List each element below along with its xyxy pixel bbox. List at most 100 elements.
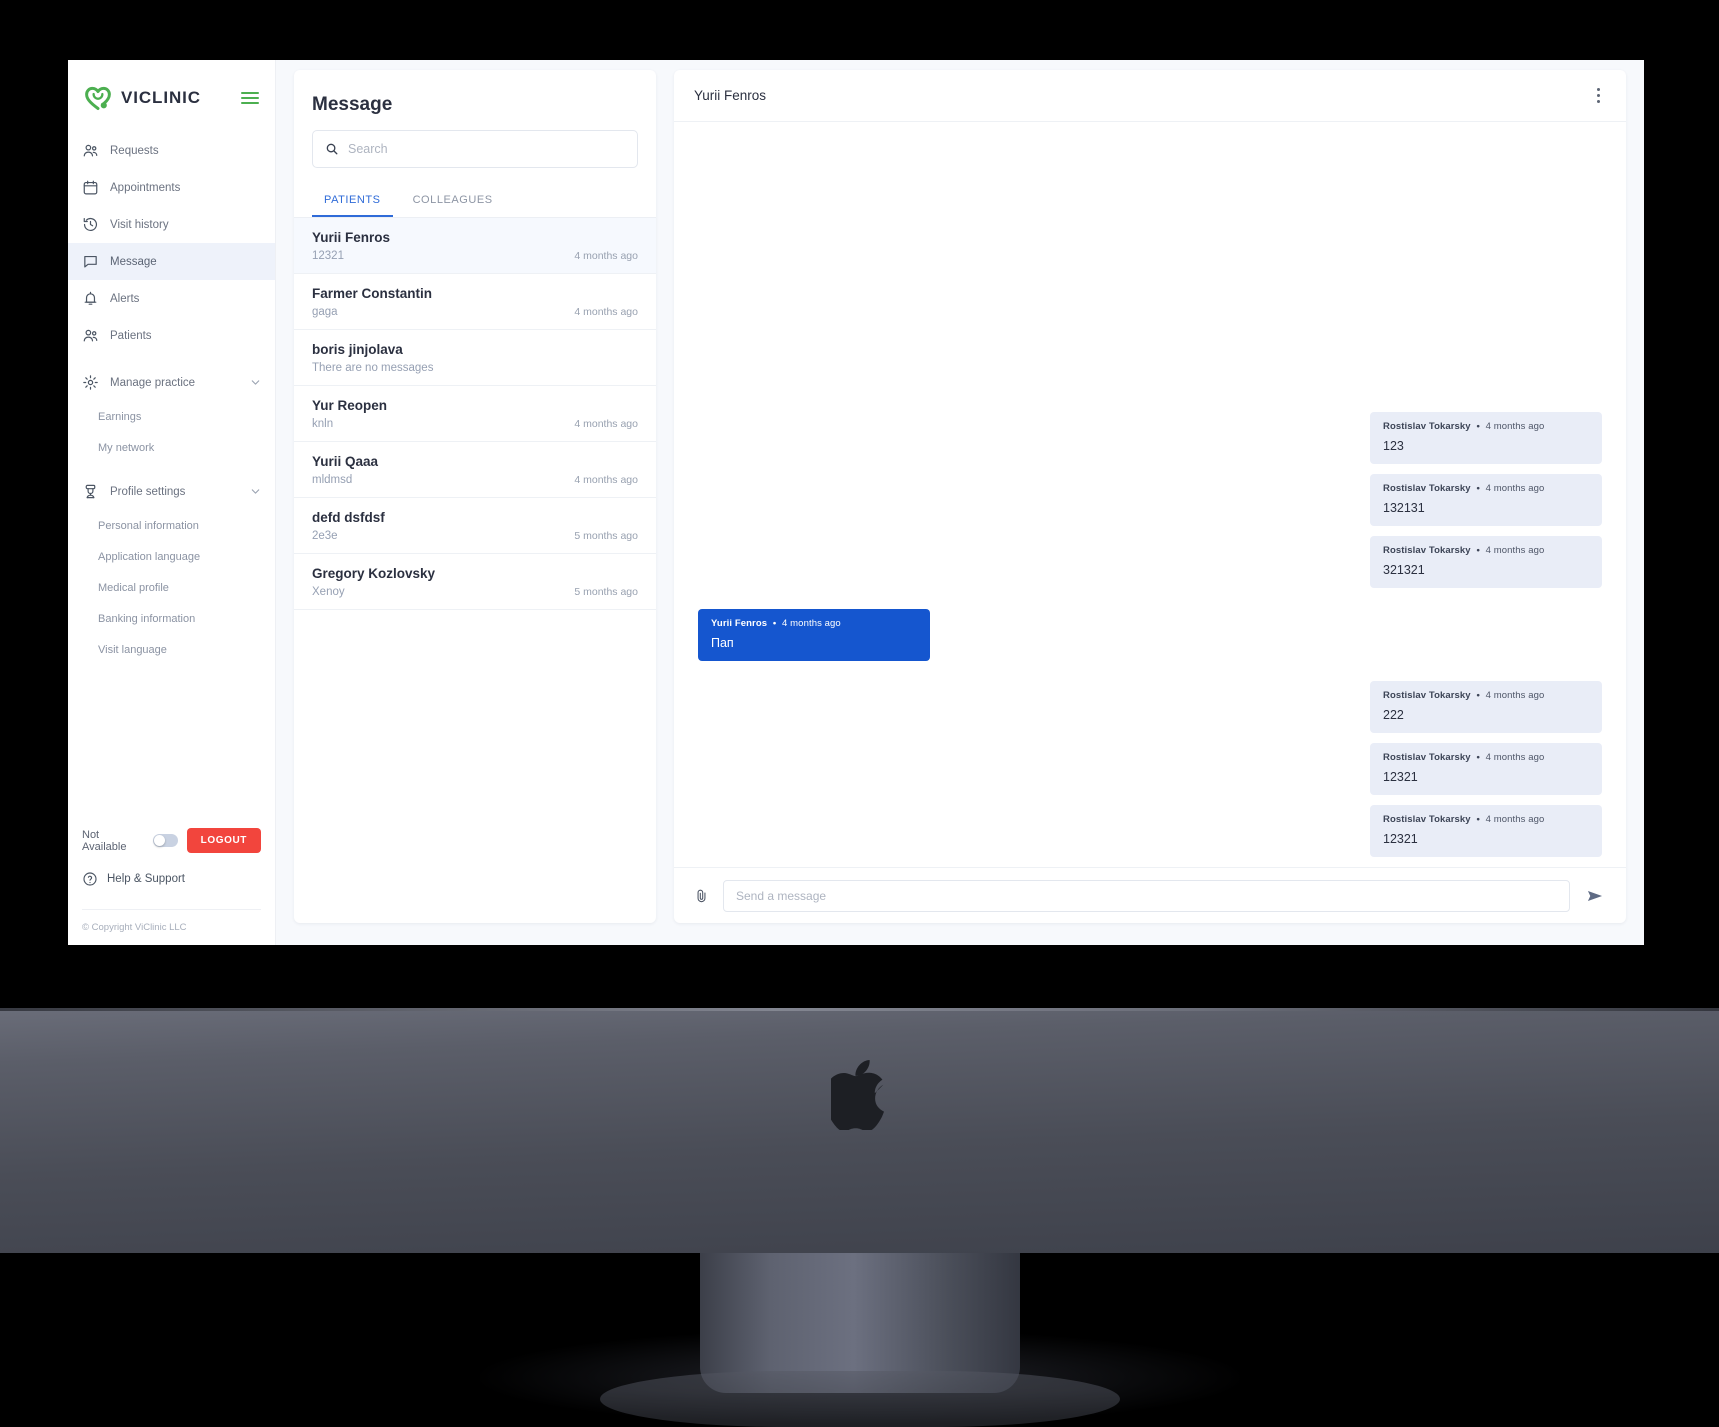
meta-separator: • [1476, 421, 1480, 432]
people-icon [82, 327, 99, 344]
conversation-name: Yurii Fenros [312, 230, 391, 245]
list-item[interactable]: Yur Reopen knln 4 months ago [294, 386, 656, 442]
availability-row: Not Available LOGOUT [82, 828, 261, 871]
hamburger-menu-icon[interactable] [241, 91, 259, 105]
message-bubble[interactable]: Rostislav Tokarsky • 4 months ago 12321 [1370, 805, 1602, 857]
search-box[interactable] [312, 130, 638, 168]
sidebar-subitem-label: Medical profile [98, 581, 169, 594]
paperclip-icon[interactable] [694, 887, 709, 905]
conversation-name: Farmer Constantin [312, 286, 433, 301]
sidebar-item-visit-history[interactable]: Visit history [68, 206, 275, 243]
imac-mockup: VICLINIC Requests Appointments Visit his… [0, 0, 1719, 1427]
message-text: 123 [1383, 439, 1404, 453]
search-input[interactable] [348, 142, 625, 156]
chat-top-spacer [698, 144, 1602, 402]
conversation-time: 4 months ago [574, 474, 638, 486]
chevron-down-icon [250, 377, 261, 388]
help-and-support-link[interactable]: Help & Support [82, 871, 261, 909]
message-meta: Rostislav Tokarsky • 4 months ago [1383, 421, 1589, 432]
sidebar-group-profile-settings[interactable]: Profile settings [68, 473, 275, 510]
message-meta: Rostislav Tokarsky • 4 months ago [1383, 814, 1589, 825]
message-bubble[interactable]: Rostislav Tokarsky • 4 months ago 321321 [1370, 536, 1602, 588]
chat-header: Yurii Fenros [674, 70, 1626, 122]
people-icon [82, 142, 99, 159]
sidebar-subitem-label: Application language [98, 550, 201, 563]
message-author: Rostislav Tokarsky [1383, 545, 1471, 556]
conversation-snippet: mldmsd [312, 474, 353, 486]
message-text: 321321 [1383, 563, 1425, 577]
message-input[interactable] [723, 879, 1570, 912]
sidebar-item-patients[interactable]: Patients [68, 317, 275, 354]
message-bubble[interactable]: Rostislav Tokarsky • 4 months ago 132131 [1370, 474, 1602, 526]
sidebar-footer: Not Available LOGOUT Help & Support © Co… [68, 828, 275, 945]
list-item[interactable]: boris jinjolava There are no messages [294, 330, 656, 386]
list-item[interactable]: Yurii Fenros 12321 4 months ago [294, 218, 656, 274]
sidebar-subitem-visit-language[interactable]: Visit language [68, 634, 275, 665]
meta-separator: • [1476, 545, 1480, 556]
conversation-snippet: 12321 [312, 250, 344, 262]
sidebar-item-label: Alerts [110, 292, 140, 305]
conversation-name: Yur Reopen [312, 398, 388, 413]
sidebar-subitem-medical-profile[interactable]: Medical profile [68, 572, 275, 603]
list-item[interactable]: defd dsfdsf 2e3e 5 months ago [294, 498, 656, 554]
sidebar-subitem-earnings[interactable]: Earnings [68, 401, 275, 432]
sidebar-item-alerts[interactable]: Alerts [68, 280, 275, 317]
sidebar-subitem-application-language[interactable]: Application language [68, 541, 275, 572]
heart-stethoscope-logo-icon [84, 84, 112, 112]
message-author: Rostislav Tokarsky [1383, 421, 1471, 432]
sidebar-group-manage-practice[interactable]: Manage practice [68, 364, 275, 401]
message-bubble[interactable]: Rostislav Tokarsky • 4 months ago 123 [1370, 412, 1602, 464]
sidebar-item-appointments[interactable]: Appointments [68, 169, 275, 206]
send-arrow-icon[interactable] [1584, 887, 1606, 905]
sidebar-item-message[interactable]: Message [68, 243, 275, 280]
search-icon [325, 142, 339, 156]
sidebar-subitem-personal-information[interactable]: Personal information [68, 510, 275, 541]
message-row: Rostislav Tokarsky • 4 months ago 222 [698, 681, 1602, 733]
chat-header-name: Yurii Fenros [694, 88, 767, 103]
conversation-name: Gregory Kozlovsky [312, 566, 436, 581]
question-circle-icon [82, 871, 98, 887]
message-time: 4 months ago [1485, 421, 1545, 432]
availability-toggle[interactable] [152, 834, 178, 847]
bell-icon [82, 290, 99, 307]
message-time: 4 months ago [1485, 752, 1545, 763]
message-time: 4 months ago [1485, 545, 1545, 556]
logout-button[interactable]: LOGOUT [186, 828, 261, 853]
list-item[interactable]: Farmer Constantin gaga 4 months ago [294, 274, 656, 330]
help-and-support-label: Help & Support [107, 873, 185, 885]
message-author: Rostislav Tokarsky [1383, 752, 1471, 763]
message-bubble[interactable]: Rostislav Tokarsky • 4 months ago 222 [1370, 681, 1602, 733]
message-bubble[interactable]: Yurii Fenros • 4 months ago Пап [698, 608, 930, 661]
message-tabs: PATIENTS COLLEAGUES [294, 184, 656, 218]
chat-gap [698, 598, 1602, 599]
sidebar-item-requests[interactable]: Requests [68, 132, 275, 169]
brand-name: VICLINIC [121, 88, 201, 107]
monitor-stand-base [599, 1371, 1120, 1427]
message-composer [674, 867, 1626, 923]
list-item[interactable]: Yurii Qaaa mldmsd 4 months ago [294, 442, 656, 498]
copyright-text: © Copyright ViClinic LLC [82, 909, 261, 933]
conversation-time: 4 months ago [574, 250, 638, 262]
conversation-list: Yurii Fenros 12321 4 months ago Farmer C… [294, 218, 656, 923]
tab-patients[interactable]: PATIENTS [312, 184, 393, 217]
meta-separator: • [1476, 814, 1480, 825]
message-row: Rostislav Tokarsky • 4 months ago 132131 [698, 474, 1602, 526]
message-text: 222 [1383, 708, 1404, 722]
meta-separator: • [772, 617, 777, 629]
message-bubble[interactable]: Rostislav Tokarsky • 4 months ago 12321 [1370, 743, 1602, 795]
kebab-menu-icon[interactable] [1591, 82, 1606, 110]
sidebar-item-label: Appointments [110, 181, 181, 194]
sidebar: VICLINIC Requests Appointments Visit his… [68, 60, 276, 945]
sidebar-subitem-my-network[interactable]: My network [68, 432, 275, 463]
chat-column: Yurii Fenros Rostislav Tokarsky • 4 mont… [674, 60, 1644, 945]
monitor-chin [0, 1008, 1719, 1253]
tab-colleagues[interactable]: COLLEAGUES [401, 184, 505, 217]
brand-logo[interactable]: VICLINIC [68, 60, 275, 130]
calendar-icon [82, 179, 99, 196]
sidebar-nav: Requests Appointments Visit history Mess… [68, 130, 275, 665]
list-item[interactable]: Gregory Kozlovsky Xenoy 5 months ago [294, 554, 656, 610]
conversation-name: defd dsfdsf [312, 510, 385, 525]
message-author: Yurii Fenros [711, 617, 768, 629]
sidebar-subitem-banking-information[interactable]: Banking information [68, 603, 275, 634]
sidebar-item-label: Visit history [110, 218, 169, 231]
